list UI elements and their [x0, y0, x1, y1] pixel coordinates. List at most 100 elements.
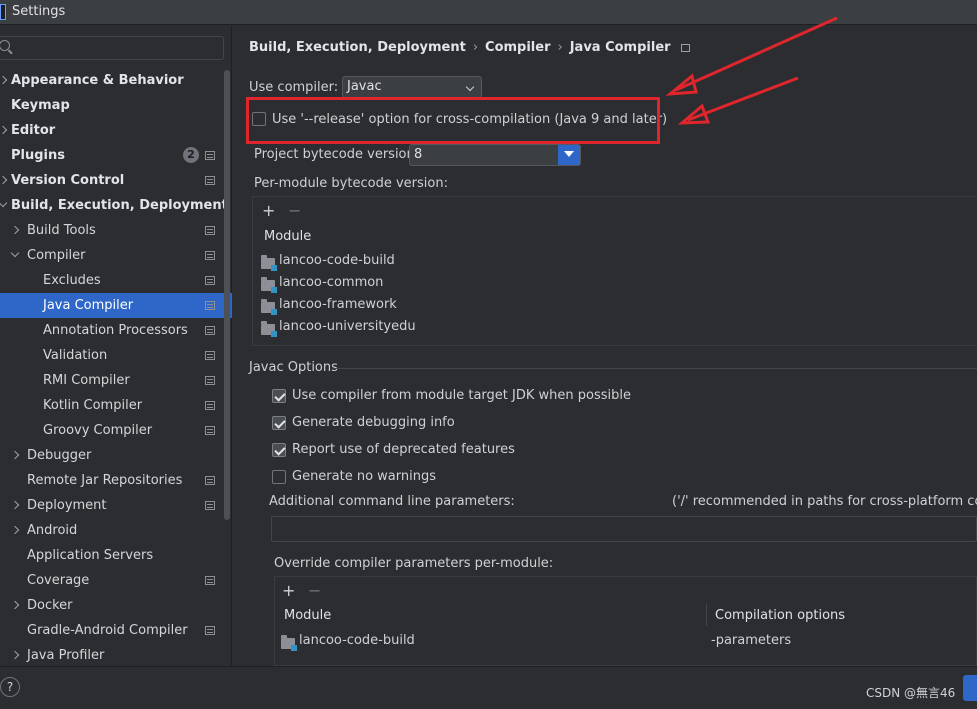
chevron-down-icon[interactable] — [0, 198, 8, 208]
add-override-button[interactable]: + — [282, 581, 295, 600]
sidebar-item-excludes[interactable]: Excludes — [0, 268, 232, 293]
watermark-text: CSDN @無言46 — [866, 686, 956, 700]
breadcrumb-build[interactable]: Build, Execution, Deployment — [249, 40, 466, 55]
add-module-button[interactable]: + — [262, 201, 275, 220]
chevron-down-icon — [465, 82, 475, 92]
help-button[interactable]: ? — [0, 677, 20, 697]
additional-params-input[interactable] — [271, 516, 977, 542]
sidebar-item-java-profiler[interactable]: Java Profiler — [0, 643, 232, 668]
use-compiler-dropdown[interactable]: Javac — [342, 76, 482, 98]
sidebar-item-application-servers[interactable]: Application Servers — [0, 543, 232, 568]
annotation-arrows — [665, 16, 838, 125]
chevron-right-icon[interactable] — [10, 450, 20, 460]
per-module-row-name[interactable]: lancoo-framework — [279, 297, 397, 312]
sidebar-item-label: Gradle-Android Compiler — [27, 623, 188, 638]
project-scope-icon — [205, 326, 215, 335]
sidebar-item-plugins[interactable]: Plugins 2 — [0, 143, 232, 168]
sidebar-item-docker[interactable]: Docker — [0, 593, 232, 618]
sidebar-item-label: Editor — [11, 123, 56, 138]
sidebar-item-label: Validation — [43, 348, 108, 363]
sidebar-item-annotation-processors[interactable]: Annotation Processors — [0, 318, 232, 343]
module-column-header[interactable]: Module — [264, 229, 311, 244]
javac-option-checkbox[interactable] — [272, 416, 286, 430]
override-module-column-header[interactable]: Module — [284, 608, 331, 623]
section-divider — [333, 368, 977, 369]
project-scope-icon — [205, 426, 215, 435]
sidebar-item-validation[interactable]: Validation — [0, 343, 232, 368]
chevron-right-icon[interactable] — [10, 650, 20, 660]
window-title: Settings — [12, 4, 66, 19]
ok-button[interactable] — [963, 675, 977, 701]
sidebar-item-keymap[interactable]: Keymap — [0, 93, 232, 118]
search-input[interactable] — [0, 36, 224, 60]
per-module-row-name[interactable]: lancoo-universityedu — [279, 319, 416, 334]
javac-option-label[interactable]: Report use of deprecated features — [292, 442, 515, 457]
remove-module-button[interactable]: − — [288, 201, 301, 220]
sidebar-item-label: Appearance & Behavior — [11, 73, 184, 88]
annotation-highlight-box — [246, 97, 660, 144]
column-divider — [706, 604, 707, 626]
breadcrumb-compiler[interactable]: Compiler — [485, 40, 550, 55]
chevron-right-icon[interactable] — [10, 225, 20, 235]
breadcrumb-separator-icon: › — [557, 40, 563, 55]
dropdown-arrow-icon[interactable] — [558, 145, 580, 165]
chevron-right-icon[interactable] — [10, 500, 20, 510]
sidebar-item-label: Plugins — [11, 148, 65, 163]
update-count-badge: 2 — [183, 147, 199, 163]
per-module-row-name[interactable]: lancoo-common — [279, 275, 383, 290]
sidebar-item-compiler[interactable]: Compiler — [0, 243, 232, 268]
javac-options-title: Javac Options — [249, 360, 338, 375]
javac-option-label[interactable]: Generate no warnings — [292, 469, 436, 484]
sidebar-item-build-tools[interactable]: Build Tools — [0, 218, 232, 243]
chevron-down-icon[interactable] — [10, 248, 20, 258]
project-scope-icon — [205, 576, 215, 585]
chevron-right-icon[interactable] — [10, 525, 20, 535]
sidebar-item-groovy-compiler[interactable]: Groovy Compiler — [0, 418, 232, 443]
settings-tree: Appearance & Behavior Keymap Editor Plugins… — [0, 68, 232, 668]
sidebar-item-label: Build, Execution, Deployment — [11, 198, 228, 213]
per-module-row-name[interactable]: lancoo-code-build — [279, 253, 395, 268]
javac-option-checkbox[interactable] — [272, 443, 286, 457]
sidebar-item-deployment[interactable]: Deployment — [0, 493, 232, 518]
project-scope-icon — [205, 251, 215, 260]
sidebar-item-android[interactable]: Android — [0, 518, 232, 543]
javac-option-checkbox[interactable] — [272, 470, 286, 484]
remove-override-button[interactable]: − — [308, 581, 321, 600]
sidebar-item-debugger[interactable]: Debugger — [0, 443, 232, 468]
sidebar-item-rmi-compiler[interactable]: RMI Compiler — [0, 368, 232, 393]
sidebar-item-appearance-behavior[interactable]: Appearance & Behavior — [0, 68, 232, 93]
project-scope-icon — [205, 376, 215, 385]
sidebar-item-version-control[interactable]: Version Control — [0, 168, 232, 193]
annotation-arrow-head — [677, 103, 711, 125]
javac-option-checkbox[interactable] — [272, 389, 286, 403]
project-scope-icon — [205, 476, 215, 485]
override-row-module[interactable]: lancoo-code-build — [299, 633, 415, 648]
bytecode-dropdown[interactable]: 8 — [409, 144, 581, 166]
per-module-label: Per-module bytecode version: — [254, 176, 448, 191]
sidebar-item-gradle-android-compiler[interactable]: Gradle-Android Compiler — [0, 618, 232, 643]
sidebar-item-label: Version Control — [11, 173, 125, 188]
sidebar-item-java-compiler[interactable]: Java Compiler — [0, 293, 232, 318]
additional-params-hint: ('/' recommended in paths for cross-plat… — [672, 494, 977, 509]
sidebar-scrollbar[interactable] — [224, 70, 230, 520]
chevron-right-icon[interactable] — [10, 600, 20, 610]
sidebar-item-coverage[interactable]: Coverage — [0, 568, 232, 593]
chevron-right-icon[interactable] — [0, 175, 8, 185]
override-row-options[interactable]: -parameters — [711, 633, 791, 648]
sidebar-item-build-execution-deployment[interactable]: Build, Execution, Deployment — [0, 193, 232, 218]
search-icon — [0, 40, 10, 51]
sidebar-item-label: RMI Compiler — [43, 373, 130, 388]
sidebar-item-kotlin-compiler[interactable]: Kotlin Compiler — [0, 393, 232, 418]
compilation-options-column-header[interactable]: Compilation options — [715, 608, 845, 623]
sidebar-item-label: Java Profiler — [27, 648, 105, 663]
javac-option-label[interactable]: Generate debugging info — [292, 415, 455, 430]
chevron-right-icon[interactable] — [0, 75, 8, 85]
chevron-right-icon[interactable] — [0, 125, 8, 135]
project-scope-icon — [205, 301, 215, 310]
sidebar-item-editor[interactable]: Editor — [0, 118, 232, 143]
project-scope-icon — [205, 276, 215, 285]
use-compiler-value: Javac — [347, 79, 382, 94]
breadcrumb-java-compiler: Java Compiler — [569, 40, 671, 55]
javac-option-label[interactable]: Use compiler from module target JDK when… — [292, 388, 631, 403]
sidebar-item-remote-jar-repositories[interactable]: Remote Jar Repositories — [0, 468, 232, 493]
